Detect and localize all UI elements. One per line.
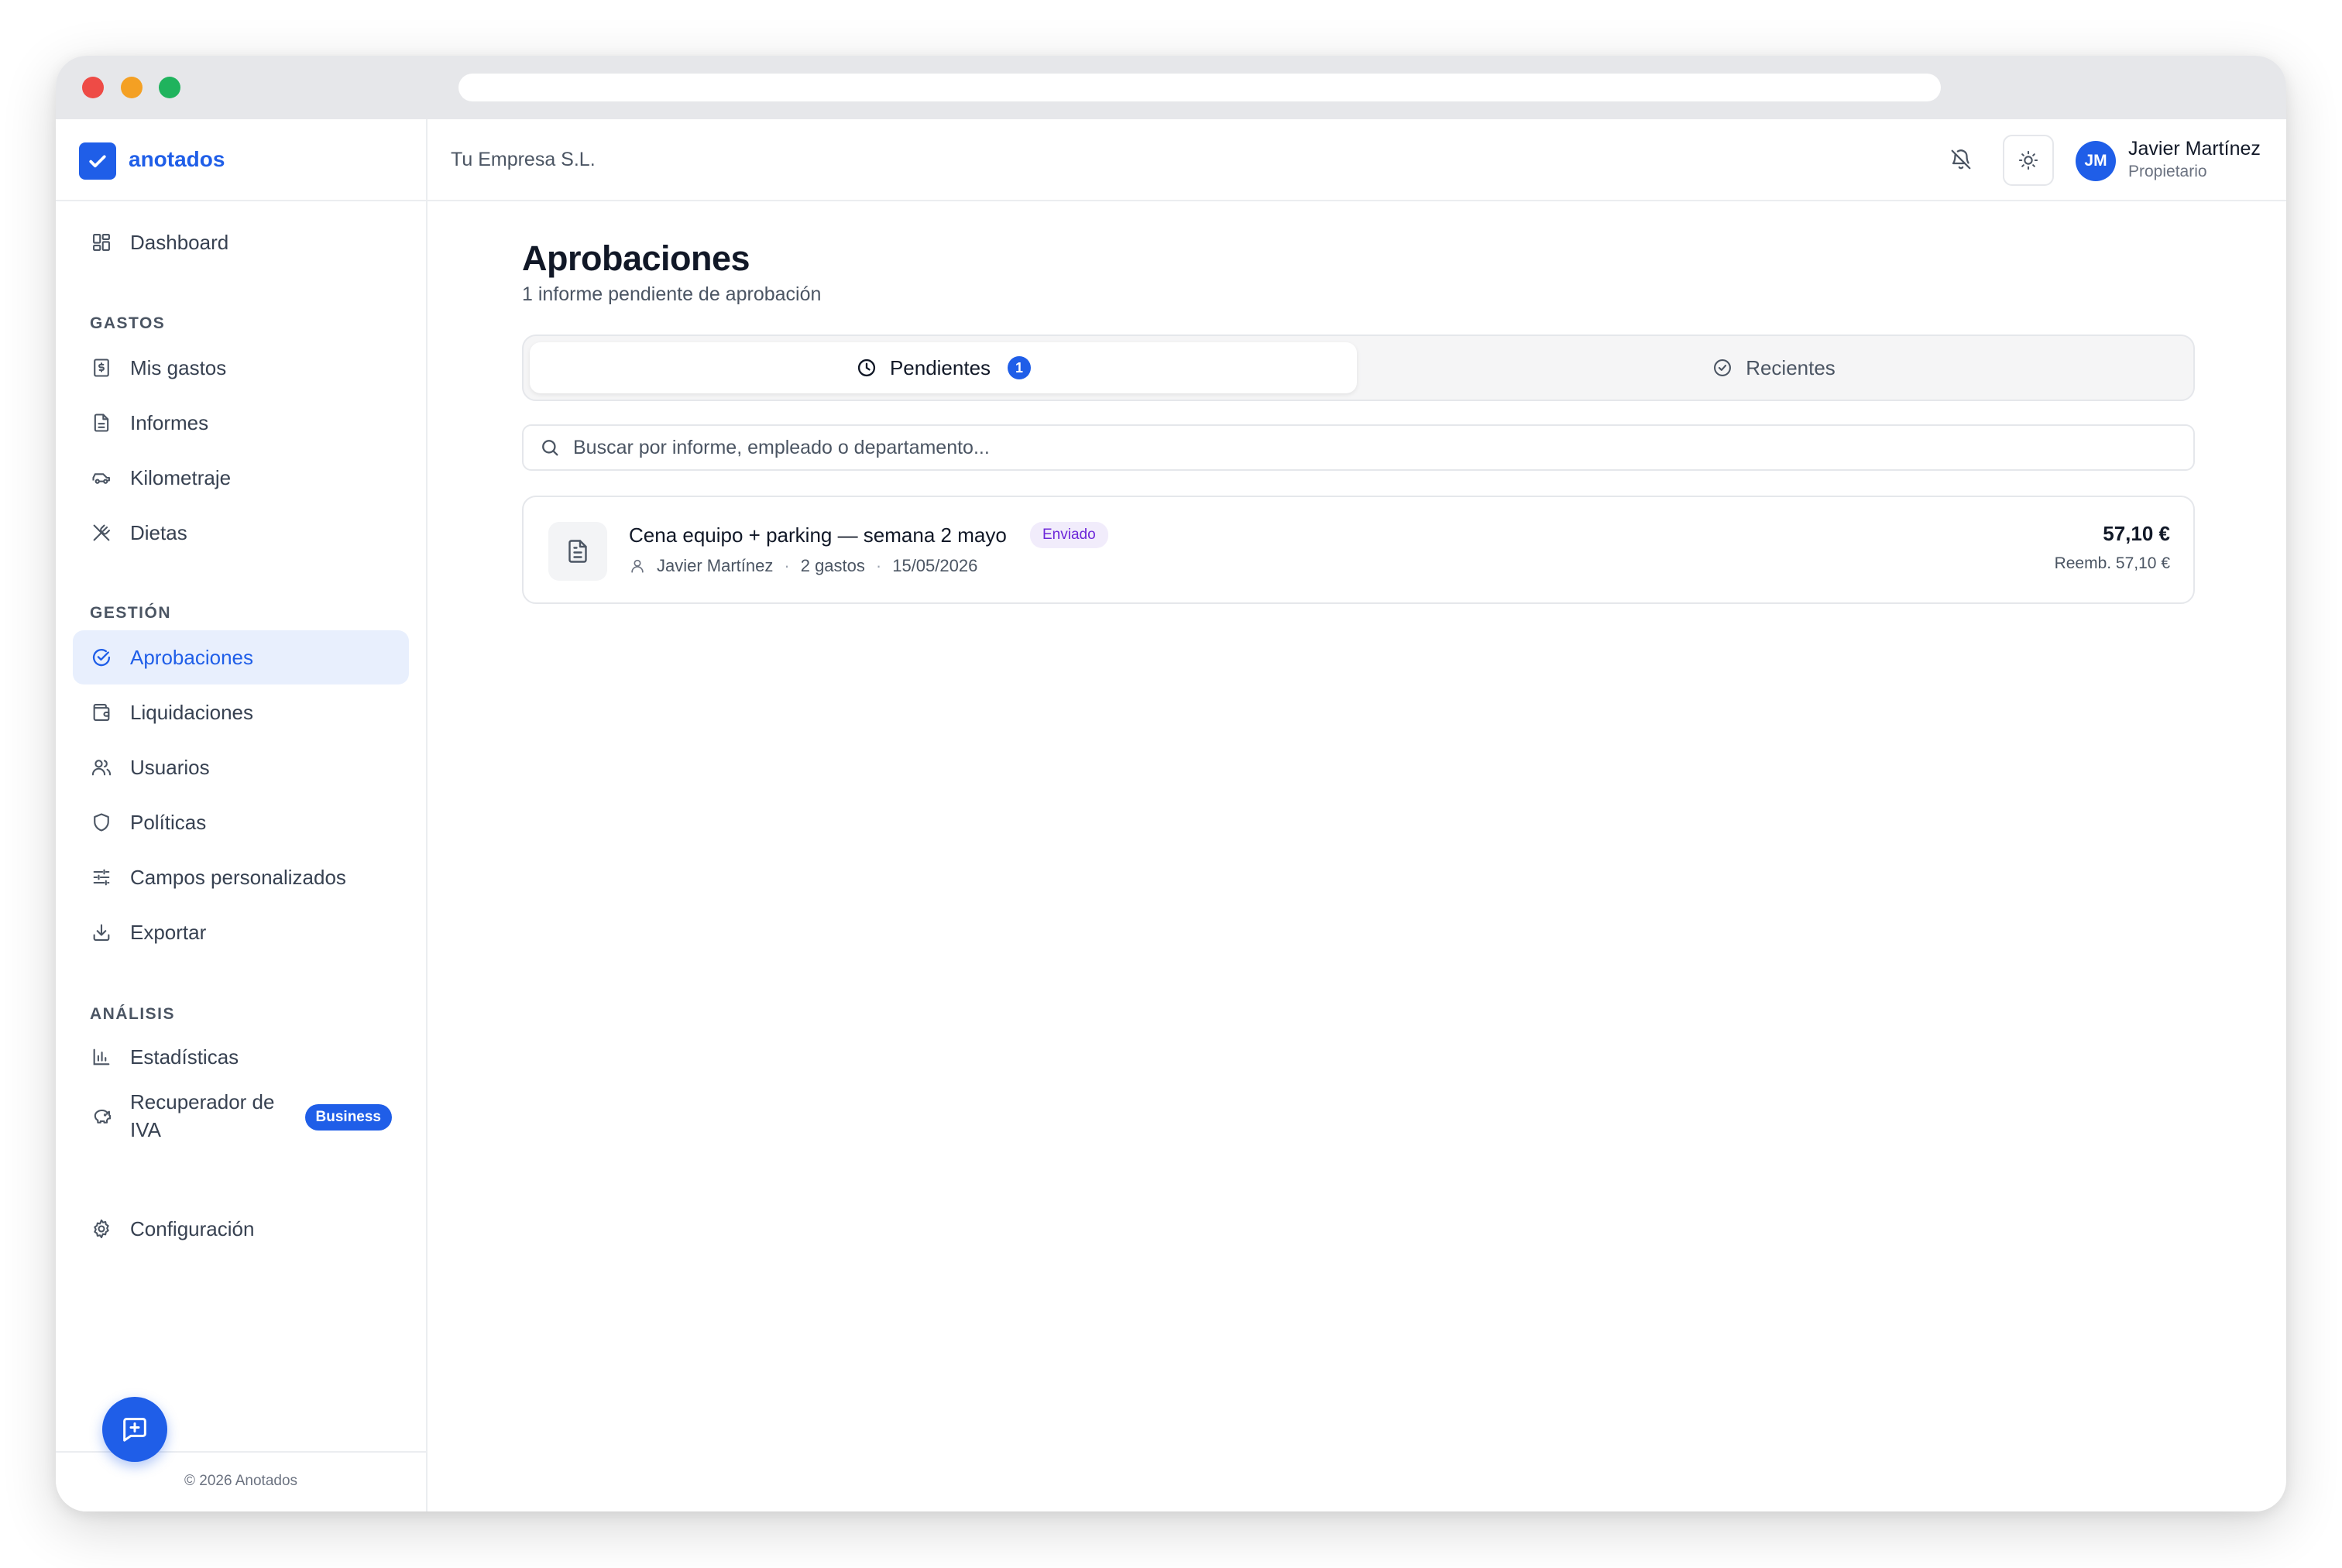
utensils-crossed-icon	[90, 521, 113, 544]
clock-icon	[857, 359, 876, 377]
wallet-icon	[90, 701, 113, 724]
document-icon	[568, 540, 587, 563]
section-label-analisis: ANÁLISIS	[90, 1005, 176, 1023]
shield-icon	[90, 811, 113, 834]
sun-icon	[2018, 150, 2038, 170]
user-role: Propietario	[2128, 163, 2207, 180]
meta-separator: ·	[875, 556, 882, 575]
status-badge: Enviado	[1030, 522, 1108, 548]
report-title[interactable]: Cena equipo + parking — semana 2 mayo	[629, 523, 1007, 547]
sidebar-item-politicas[interactable]: Políticas	[73, 795, 409, 849]
brand-name[interactable]: anotados	[129, 147, 225, 172]
report-expense-count: 2 gastos	[800, 556, 865, 575]
sidebar-item-recuperador-iva[interactable]: Recuperador de IVA Business	[73, 1081, 409, 1151]
brand-logo-check-icon[interactable]	[79, 142, 116, 180]
report-date: 15/05/2026	[892, 556, 978, 575]
sidebar-item-label: Recuperador de IVA	[130, 1090, 275, 1141]
section-label-gestion: GESTIÓN	[90, 604, 172, 622]
sliders-icon	[90, 866, 113, 889]
company-name[interactable]: Tu Empresa S.L.	[451, 149, 596, 171]
gear-icon	[90, 1217, 113, 1240]
sidebar-item-mis-gastos[interactable]: Mis gastos	[73, 341, 409, 395]
feedback-chat-button[interactable]	[102, 1397, 167, 1462]
tab-recientes[interactable]: Recientes	[1360, 342, 2187, 393]
car-icon	[90, 466, 113, 489]
sidebar-item-informes[interactable]: Informes	[73, 396, 409, 450]
main-content: Aprobaciones 1 informe pendiente de apro…	[428, 201, 2286, 1511]
sidebar-item-usuarios[interactable]: Usuarios	[73, 740, 409, 794]
bell-off-icon	[1951, 149, 1971, 170]
sidebar-item-label: Políticas	[130, 810, 207, 834]
sidebar-item-label: Exportar	[130, 920, 207, 944]
user-icon	[631, 559, 644, 573]
sidebar-item-label: Campos personalizados	[130, 865, 346, 889]
tab-label: Recientes	[1746, 355, 1835, 379]
users-icon	[90, 756, 113, 779]
pending-count-badge: 1	[1008, 356, 1032, 379]
minimize-window-button[interactable]	[121, 77, 143, 98]
piggy-bank-icon	[90, 1104, 113, 1127]
sidebar-item-label: Informes	[130, 410, 209, 434]
brand-header: anotados	[56, 119, 426, 201]
search-box	[522, 424, 2195, 471]
page-subtitle: 1 informe pendiente de aprobación	[522, 283, 822, 305]
copyright-text: © 2026 Anotados	[184, 1473, 298, 1489]
sidebar-item-estadisticas[interactable]: Estadísticas	[73, 1030, 409, 1084]
sidebar-item-aprobaciones[interactable]: Aprobaciones	[73, 630, 409, 684]
bar-chart-icon	[90, 1045, 113, 1069]
business-plan-badge: Business	[304, 1104, 392, 1131]
sidebar-item-label: Estadísticas	[130, 1045, 239, 1069]
sidebar-item-label: Dashboard	[130, 230, 229, 254]
search-input[interactable]	[573, 436, 2193, 459]
sidebar: anotados Dashboard GASTOS Mis gastos Inf…	[56, 119, 428, 1511]
sidebar-item-label: Mis gastos	[130, 355, 227, 379]
notifications-button[interactable]	[1945, 144, 1976, 175]
tab-label: Pendientes	[889, 355, 991, 379]
sidebar-footer: © 2026 Anotados	[56, 1451, 426, 1511]
sidebar-item-label: Usuarios	[130, 755, 210, 779]
receipt-dollar-icon	[90, 356, 113, 379]
approval-tabs: Pendientes 1 Recientes	[522, 335, 2195, 401]
sidebar-item-liquidaciones[interactable]: Liquidaciones	[73, 685, 409, 739]
user-name[interactable]: Javier Martínez	[2128, 138, 2261, 160]
theme-toggle-button[interactable]	[2003, 135, 2054, 186]
avatar[interactable]: JM	[2076, 141, 2116, 181]
search-icon	[542, 440, 558, 456]
browser-titlebar	[56, 56, 2286, 119]
sidebar-item-label: Aprobaciones	[130, 645, 253, 669]
tab-pendientes[interactable]: Pendientes 1	[530, 342, 1357, 393]
page-title: Aprobaciones	[522, 238, 750, 278]
report-reimbursement: Reemb. 57,10 €	[2054, 554, 2170, 572]
document-icon	[90, 411, 113, 434]
sidebar-item-configuracion[interactable]: Configuración	[73, 1202, 409, 1256]
report-meta: Javier Martínez · 2 gastos · 15/05/2026	[629, 556, 977, 576]
sidebar-item-kilometraje[interactable]: Kilometraje	[73, 451, 409, 505]
section-label-gastos: GASTOS	[90, 314, 166, 332]
sidebar-item-label: Dietas	[130, 520, 187, 544]
report-amount: 57,10 €	[2103, 522, 2170, 545]
message-plus-icon	[123, 1418, 146, 1442]
top-header: Tu Empresa S.L. JM Javier Martínez Propi…	[428, 119, 2286, 201]
download-icon	[90, 921, 113, 944]
sidebar-item-exportar[interactable]: Exportar	[73, 905, 409, 959]
sidebar-item-dashboard[interactable]: Dashboard	[73, 215, 409, 269]
dashboard-grid-icon	[90, 231, 113, 254]
sidebar-item-dietas[interactable]: Dietas	[73, 506, 409, 560]
check-circle-icon	[90, 646, 113, 669]
sidebar-item-label: Kilometraje	[130, 465, 232, 489]
sidebar-item-campos-personalizados[interactable]: Campos personalizados	[73, 850, 409, 904]
maximize-window-button[interactable]	[159, 77, 180, 98]
report-employee: Javier Martínez	[657, 556, 774, 575]
report-row[interactable]: Cena equipo + parking — semana 2 mayo En…	[522, 496, 2195, 604]
meta-separator: ·	[784, 556, 790, 575]
sidebar-item-label: Configuración	[130, 1216, 255, 1240]
close-window-button[interactable]	[82, 77, 104, 98]
address-bar[interactable]	[458, 74, 1941, 101]
sidebar-item-label: Liquidaciones	[130, 700, 254, 724]
report-document-icon-box	[548, 522, 607, 581]
check-circle-icon	[1714, 359, 1732, 376]
app-window: anotados Dashboard GASTOS Mis gastos Inf…	[56, 56, 2286, 1511]
